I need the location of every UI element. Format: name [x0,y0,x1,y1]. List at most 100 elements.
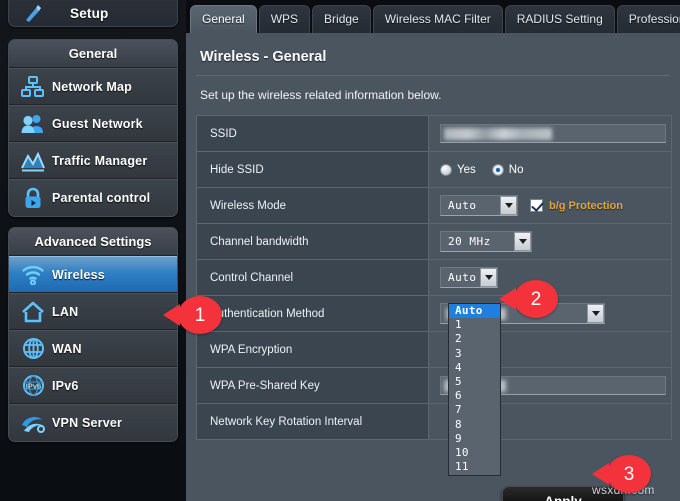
wireless-mode-select[interactable]: Auto [440,195,518,216]
sidebar-item-vpn-server[interactable]: VPN Server [9,404,177,441]
ssid-input[interactable] [440,124,666,143]
callout-marker-3: 3 [607,455,651,493]
row-label: Network Key Rotation Interval [197,404,429,439]
dropdown-option[interactable]: 5 [449,375,500,389]
hide-ssid-radio-yes[interactable]: Yes [440,164,476,176]
row-label: Control Channel [197,260,429,295]
sidebar-item-label: Setup [70,6,109,21]
row-value: Yes No [429,152,671,187]
tab-bridge[interactable]: Bridge [312,5,371,33]
sidebar-group-advanced: Advanced Settings Wireless [8,227,178,442]
row-label: Wireless Mode [197,188,429,223]
sidebar-item-traffic-manager[interactable]: Traffic Manager [9,142,177,179]
main-area: General WPS Bridge Wireless MAC Filter R… [186,0,680,501]
callout-number: 2 [531,290,542,309]
sidebar-item-label: Network Map [52,80,132,94]
chevron-down-icon[interactable] [500,196,517,215]
page-description: Set up the wireless related information … [186,76,680,115]
sidebar: Setup General Network Map [0,0,186,501]
chevron-down-icon[interactable] [514,232,531,251]
tab-professional[interactable]: Professional [617,5,680,33]
table-row: Hide SSID Yes No [197,152,671,188]
callout-marker-1: 1 [178,296,222,334]
sidebar-item-wireless[interactable]: Wireless [9,256,177,293]
sidebar-item-label: WAN [52,342,82,356]
table-row: WPA Pre-Shared Key [197,368,671,404]
tab-general[interactable]: General [190,5,257,33]
select-value: Auto [448,199,477,212]
sidebar-item-parental-control[interactable]: Parental control [9,179,177,216]
checkbox-icon [530,199,543,212]
row-value [429,116,671,151]
sidebar-item-wan[interactable]: WAN [9,330,177,367]
sidebar-item-label: Guest Network [52,117,143,131]
table-row: Channel bandwidth 20 MHz [197,224,671,260]
row-label: SSID [197,116,429,151]
blurred-text [444,128,552,140]
network-map-icon [18,74,48,100]
radio-dot-icon [492,164,504,176]
globe-icon [18,336,48,362]
ipv6-globe-icon: IPv6 [18,373,48,399]
sidebar-item-network-map[interactable]: Network Map [9,68,177,105]
dropdown-option[interactable]: 2 [449,332,500,346]
sidebar-group-general: General Network Map [8,39,178,217]
row-label: WPA Pre-Shared Key [197,368,429,403]
sidebar-group-title: Advanced Settings [9,228,177,256]
control-channel-dropdown-list[interactable]: Auto 1 2 3 4 5 6 7 8 9 10 11 [448,303,501,476]
checkbox-label: b/g Protection [549,200,623,212]
settings-form: SSID Hide SSID Yes [196,115,672,440]
hide-ssid-radio-no[interactable]: No [492,164,524,176]
table-row: Network Key Rotation Interval [197,404,671,440]
dropdown-option[interactable]: 11 [449,460,500,474]
row-label: Channel bandwidth [197,224,429,259]
page-title: Wireless - General [186,33,680,75]
sidebar-item-label: Wireless [52,268,105,282]
traffic-manager-icon [18,148,48,174]
callout-number: 1 [195,306,206,325]
hide-ssid-radio-group: Yes No [440,164,523,176]
tab-wireless-mac-filter[interactable]: Wireless MAC Filter [373,5,503,33]
dropdown-option[interactable]: 4 [449,361,500,375]
sidebar-item-lan[interactable]: LAN [9,293,177,330]
dropdown-option[interactable]: 7 [449,403,500,417]
table-row: SSID [197,116,671,152]
chevron-down-icon[interactable] [480,268,497,287]
callout-number: 3 [624,465,635,484]
chevron-down-icon[interactable] [587,304,604,323]
sidebar-group-title: General [9,40,177,68]
dropdown-option[interactable]: Auto [449,304,500,318]
dropdown-option[interactable]: 8 [449,418,500,432]
dropdown-option[interactable]: 10 [449,446,500,460]
setup-icon [18,0,48,26]
sidebar-item-label: Parental control [52,191,150,205]
control-channel-select[interactable]: Auto [440,267,498,288]
table-row: WPA Encryption [197,332,671,368]
row-value: 20 MHz [429,224,671,259]
table-row: Wireless Mode Auto b/g Protection [197,188,671,224]
radio-label: Yes [457,164,476,176]
dropdown-option[interactable]: 9 [449,432,500,446]
wifi-icon [18,262,48,288]
table-row: Authentication Method [197,296,671,332]
table-row: Control Channel Auto [197,260,671,296]
tab-wps[interactable]: WPS [259,5,310,33]
radio-dot-icon [440,164,452,176]
dropdown-option[interactable]: 1 [449,318,500,332]
dropdown-option[interactable]: 3 [449,347,500,361]
dropdown-option[interactable]: 6 [449,389,500,403]
vpn-server-icon [18,410,48,436]
bg-protection-checkbox[interactable]: b/g Protection [530,199,623,212]
tab-bar: General WPS Bridge Wireless MAC Filter R… [186,0,680,33]
sidebar-item-setup[interactable]: Setup [8,0,178,27]
sidebar-item-label: LAN [52,305,78,319]
select-value: Auto [448,271,477,284]
sidebar-item-guest-network[interactable]: Guest Network [9,105,177,142]
guest-network-icon [18,111,48,137]
channel-bandwidth-select[interactable]: 20 MHz [440,231,532,252]
tab-radius-setting[interactable]: RADIUS Setting [505,5,615,33]
row-label: Hide SSID [197,152,429,187]
sidebar-item-ipv6[interactable]: IPv6 IPv6 [9,367,177,404]
svg-text:IPv6: IPv6 [25,382,40,391]
row-label: Authentication Method [197,296,429,331]
